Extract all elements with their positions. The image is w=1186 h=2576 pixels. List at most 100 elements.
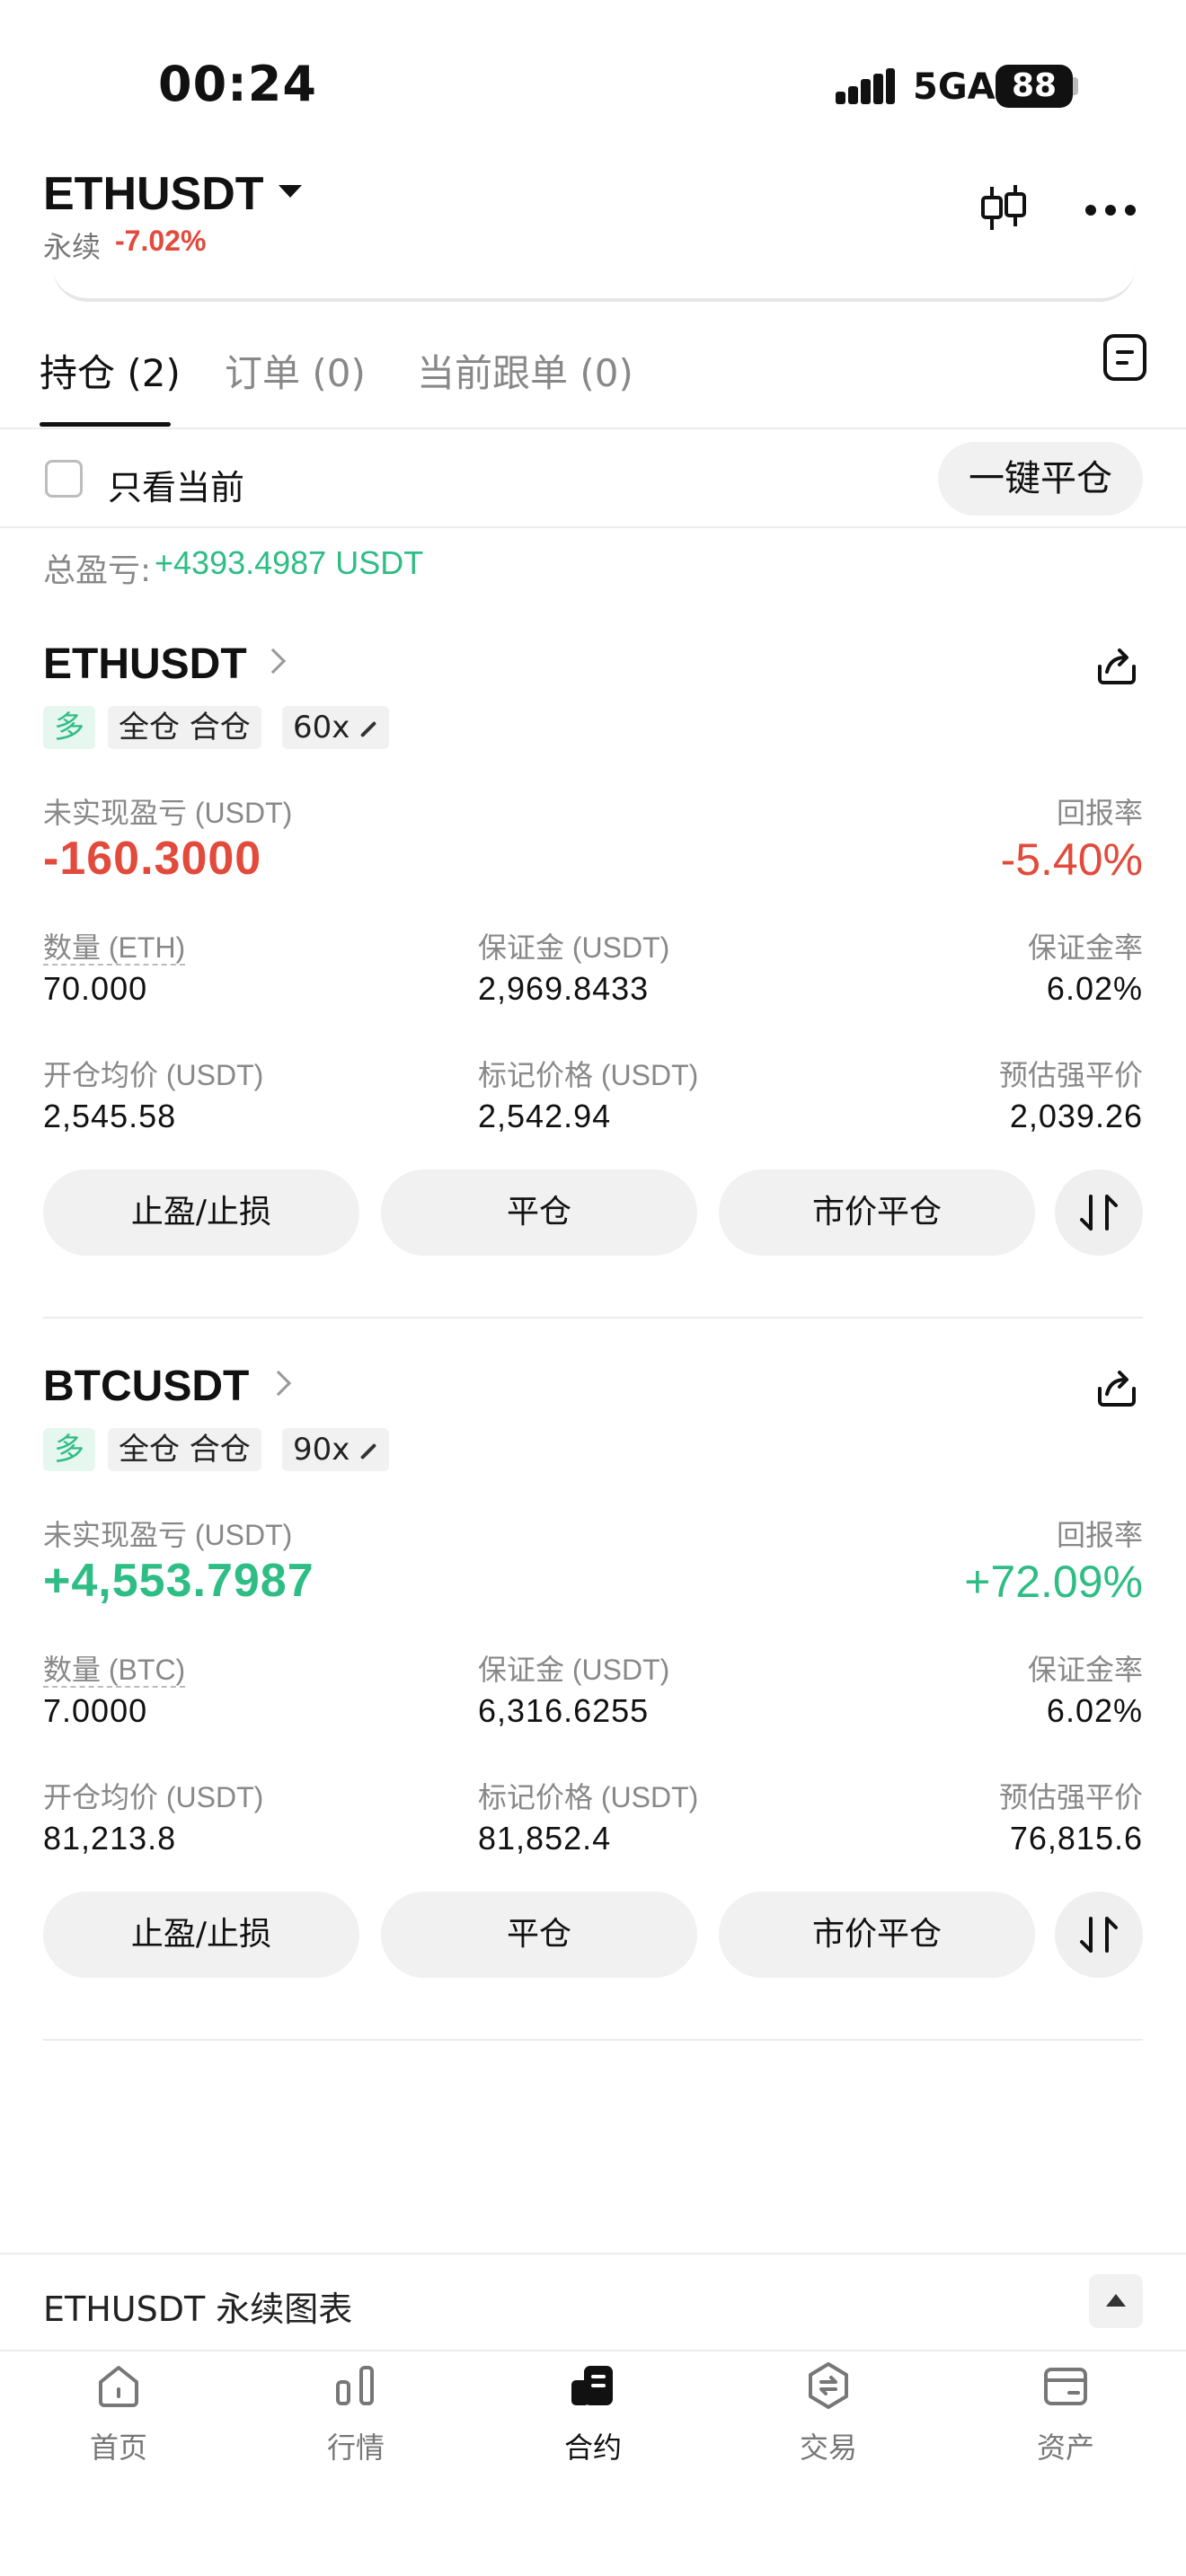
margin-rate-label: 保证金率 bbox=[1027, 1654, 1143, 1686]
active-tab-indicator bbox=[40, 422, 171, 427]
nav-trade[interactable]: 交易 bbox=[766, 2360, 891, 2468]
entry-price-label: 开仓均价 (USDT) bbox=[43, 1781, 264, 1813]
market-icon bbox=[336, 2366, 374, 2405]
nav-home-label: 首页 bbox=[89, 2430, 147, 2465]
only-current-label: 只看当前 bbox=[108, 468, 245, 507]
mark-price-value: 81,852.4 bbox=[478, 1820, 612, 1857]
edit-icon[interactable] bbox=[360, 1442, 377, 1460]
home-icon bbox=[99, 2366, 138, 2407]
roe-label: 回报率 bbox=[1056, 797, 1143, 829]
quantity-label-text: 数量 (BTC) bbox=[43, 1654, 186, 1688]
nav-market-label: 行情 bbox=[326, 2430, 385, 2465]
battery-icon: 88 bbox=[996, 65, 1073, 108]
market-close-button[interactable]: 市价平仓 bbox=[719, 1169, 1035, 1256]
caret-down-icon[interactable] bbox=[279, 185, 302, 198]
quantity-label-text: 数量 (ETH) bbox=[43, 931, 186, 966]
margin-mode-tag: 全仓 合仓 bbox=[108, 706, 261, 749]
margin-rate-value: 6.02% bbox=[1046, 1692, 1143, 1729]
chevron-right-icon[interactable] bbox=[265, 1370, 292, 1397]
position-card-ethusdt: ETHUSDT 多 全仓 合仓 60x 未实现盈亏 (USDT) -160.30… bbox=[0, 640, 1186, 1322]
share-icon[interactable] bbox=[1094, 1365, 1139, 1410]
candlestick-chart-icon[interactable] bbox=[979, 183, 1028, 234]
mark-price-value: 2,542.94 bbox=[478, 1098, 612, 1134]
nav-assets-label: 资产 bbox=[1036, 2430, 1094, 2465]
leverage-tag[interactable]: 90x bbox=[282, 1428, 390, 1471]
quantity-label: 数量 (BTC) bbox=[43, 1647, 186, 1689]
side-tag: 多 bbox=[43, 1428, 95, 1471]
leverage-value: 90x bbox=[293, 1432, 350, 1468]
bottom-nav-divider bbox=[0, 2350, 1186, 2351]
card-divider bbox=[43, 2039, 1143, 2041]
caret-up-icon bbox=[1106, 2294, 1126, 2307]
nav-home[interactable]: 首页 bbox=[56, 2360, 181, 2468]
nav-futures[interactable]: 合约 bbox=[530, 2360, 656, 2468]
liq-price-label: 预估强平价 bbox=[998, 1059, 1143, 1091]
roe-value: +72.09% bbox=[964, 1557, 1143, 1607]
liq-price-value: 76,815.6 bbox=[1009, 1820, 1143, 1857]
status-time: 00:24 bbox=[158, 56, 317, 112]
mark-price-label: 标记价格 (USDT) bbox=[478, 1059, 699, 1091]
nav-futures-label: 合约 bbox=[563, 2430, 622, 2465]
nav-assets[interactable]: 资产 bbox=[1003, 2360, 1128, 2468]
tab-copy-trading[interactable]: 当前跟单 (0) bbox=[417, 343, 633, 398]
side-tag: 多 bbox=[43, 706, 95, 749]
position-card-btcusdt: BTCUSDT 多 全仓 合仓 90x 未实现盈亏 (USDT) +4,553.… bbox=[0, 1362, 1186, 2044]
margin-label: 保证金 (USDT) bbox=[478, 931, 670, 964]
total-pnl-label: 总盈亏: bbox=[43, 552, 152, 589]
close-all-button[interactable]: 一键平仓 bbox=[938, 442, 1143, 516]
margin-rate-label: 保证金率 bbox=[1027, 931, 1143, 964]
collapsed-panel-edge bbox=[52, 266, 1136, 302]
futures-icon bbox=[571, 2366, 613, 2405]
margin-mode-tag: 全仓 合仓 bbox=[108, 1428, 261, 1471]
edit-icon[interactable] bbox=[360, 720, 377, 737]
mark-price-label: 标记价格 (USDT) bbox=[478, 1781, 699, 1813]
tab-positions[interactable]: 持仓 (2) bbox=[40, 343, 181, 398]
entry-price-label: 开仓均价 (USDT) bbox=[43, 1059, 264, 1091]
unrealized-pnl-value: +4,553.7987 bbox=[43, 1555, 314, 1607]
unrealized-pnl-label: 未实现盈亏 (USDT) bbox=[43, 1519, 293, 1551]
total-pnl-value: +4393.4987 USDT bbox=[155, 544, 424, 581]
tab-orders[interactable]: 订单 (0) bbox=[225, 343, 366, 398]
perpetual-label: 永续 bbox=[43, 230, 102, 264]
chart-bar-divider bbox=[0, 2253, 1186, 2254]
card-divider bbox=[43, 1317, 1143, 1319]
cellular-signal-icon bbox=[836, 68, 895, 104]
nav-trade-label: 交易 bbox=[799, 2430, 857, 2465]
nav-market[interactable]: 行情 bbox=[293, 2360, 419, 2468]
only-current-checkbox[interactable] bbox=[45, 460, 83, 498]
margin-rate-value: 6.02% bbox=[1046, 970, 1143, 1007]
share-icon[interactable] bbox=[1094, 643, 1139, 688]
leverage-tag[interactable]: 60x bbox=[282, 706, 390, 749]
chart-bar-label[interactable]: ETHUSDT 永续图表 bbox=[43, 2281, 352, 2331]
trade-icon bbox=[809, 2362, 848, 2409]
filter-divider bbox=[0, 526, 1186, 528]
tp-sl-button[interactable]: 止盈/止损 bbox=[43, 1892, 359, 1978]
wallet-icon bbox=[1044, 2368, 1087, 2405]
market-close-button[interactable]: 市价平仓 bbox=[719, 1892, 1035, 1978]
entry-price-value: 2,545.58 bbox=[43, 1098, 177, 1134]
position-symbol[interactable]: BTCUSDT bbox=[43, 1362, 249, 1411]
quantity-value: 70.000 bbox=[43, 970, 148, 1007]
close-position-button[interactable]: 平仓 bbox=[381, 1169, 697, 1256]
order-history-icon[interactable] bbox=[1103, 334, 1146, 381]
close-position-button[interactable]: 平仓 bbox=[381, 1892, 697, 1978]
battery-tip bbox=[1073, 77, 1078, 95]
liq-price-label: 预估强平价 bbox=[998, 1781, 1143, 1813]
more-options-icon[interactable] bbox=[1085, 205, 1136, 217]
position-symbol[interactable]: ETHUSDT bbox=[43, 640, 247, 689]
unrealized-pnl-label: 未实现盈亏 (USDT) bbox=[43, 797, 293, 829]
reverse-position-icon[interactable] bbox=[1055, 1892, 1143, 1978]
margin-label: 保证金 (USDT) bbox=[478, 1654, 670, 1686]
entry-price-value: 81,213.8 bbox=[43, 1820, 177, 1857]
unrealized-pnl-value: -160.3000 bbox=[43, 833, 262, 885]
quantity-label: 数量 (ETH) bbox=[43, 925, 186, 966]
network-type: 5GA bbox=[913, 66, 996, 108]
tp-sl-button[interactable]: 止盈/止损 bbox=[43, 1169, 359, 1256]
liq-price-value: 2,039.26 bbox=[1009, 1098, 1143, 1134]
roe-value: -5.40% bbox=[1000, 834, 1143, 885]
symbol-selector[interactable]: ETHUSDT bbox=[43, 167, 264, 221]
reverse-position-icon[interactable] bbox=[1055, 1169, 1143, 1256]
chevron-right-icon[interactable] bbox=[260, 648, 287, 675]
expand-chart-button[interactable] bbox=[1089, 2274, 1143, 2328]
leverage-value: 60x bbox=[293, 710, 350, 745]
